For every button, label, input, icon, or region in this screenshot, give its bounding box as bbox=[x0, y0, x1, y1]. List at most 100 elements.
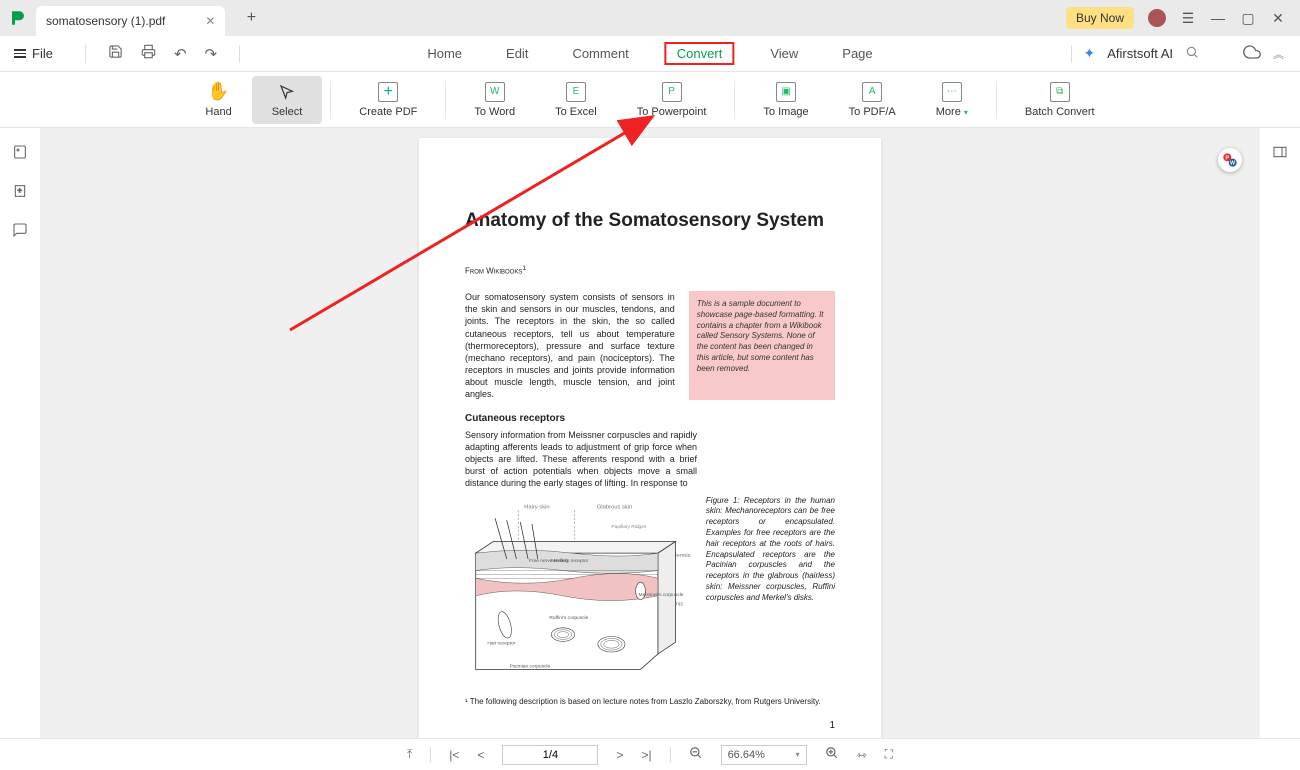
svg-text:Hair receptor: Hair receptor bbox=[487, 640, 515, 646]
zoom-select[interactable]: 66.64%▾ bbox=[721, 745, 807, 765]
hamburger-icon[interactable]: ☰ bbox=[1180, 10, 1196, 26]
menu-page[interactable]: Page bbox=[834, 42, 880, 65]
collapse-icon[interactable]: ︽ bbox=[1273, 46, 1282, 62]
convert-ribbon: ✋ Hand Select + Create PDF W To Word E To Ex… bbox=[0, 72, 1300, 128]
excel-icon: E bbox=[566, 82, 586, 102]
sample-info-box: This is a sample document to showcase pa… bbox=[689, 291, 835, 400]
svg-text:Ruffini's corpuscle: Ruffini's corpuscle bbox=[549, 615, 588, 621]
tool-topdfa[interactable]: A To PDF/A bbox=[829, 76, 916, 124]
next-page-icon[interactable]: > bbox=[616, 748, 623, 762]
menu-comment[interactable]: Comment bbox=[564, 42, 636, 65]
separator bbox=[734, 82, 735, 118]
tool-select[interactable]: Select bbox=[252, 76, 323, 124]
prev-page-icon[interactable]: < bbox=[477, 748, 484, 762]
createpdf-label: Create PDF bbox=[359, 106, 417, 118]
tool-createpdf[interactable]: + Create PDF bbox=[339, 76, 437, 124]
toexcel-label: To Excel bbox=[555, 106, 597, 118]
panel-toggle-icon[interactable] bbox=[1272, 144, 1288, 165]
separator bbox=[430, 747, 431, 763]
cutaneous-paragraph: Sensory information from Meissner corpus… bbox=[465, 429, 697, 490]
close-tab-icon[interactable]: ✕ bbox=[205, 14, 215, 28]
tool-toexcel[interactable]: E To Excel bbox=[535, 76, 617, 124]
tab-title: somatosensory (1).pdf bbox=[46, 14, 165, 28]
hand-icon: ✋ bbox=[209, 82, 229, 102]
fit-width-icon[interactable]: ⇿ bbox=[857, 748, 867, 762]
svg-text:Meissner's corpuscle: Meissner's corpuscle bbox=[639, 591, 684, 597]
quick-word-fab[interactable]: PW bbox=[1218, 148, 1242, 172]
svg-text:+: + bbox=[17, 186, 22, 195]
createpdf-icon: + bbox=[378, 82, 398, 102]
tool-more[interactable]: ⋯More ▾ bbox=[916, 76, 988, 124]
page-input[interactable] bbox=[502, 745, 598, 765]
tool-hand[interactable]: ✋ Hand bbox=[185, 76, 251, 124]
save-icon[interactable] bbox=[108, 44, 123, 63]
svg-text:Hairy skin: Hairy skin bbox=[524, 504, 549, 510]
doc-source: From Wikibooks1 bbox=[465, 264, 835, 277]
scroll-top-icon[interactable]: ⤒ bbox=[407, 747, 412, 762]
separator bbox=[996, 82, 997, 118]
cloud-icon[interactable] bbox=[1243, 43, 1261, 64]
user-avatar[interactable] bbox=[1148, 9, 1166, 27]
titlebar: somatosensory (1).pdf ✕ + Buy Now ☰ — ▢ … bbox=[0, 0, 1300, 36]
toimage-label: To Image bbox=[763, 106, 808, 118]
pdfa-icon: A bbox=[862, 82, 882, 102]
new-tab-button[interactable]: + bbox=[239, 6, 263, 30]
search-icon[interactable] bbox=[1185, 45, 1199, 62]
menu-convert[interactable]: Convert bbox=[665, 42, 735, 65]
document-tab[interactable]: somatosensory (1).pdf ✕ bbox=[36, 6, 225, 36]
separator bbox=[330, 82, 331, 118]
menu-view[interactable]: View bbox=[762, 42, 806, 65]
tool-topowerpoint[interactable]: PTo Powerpoint bbox=[617, 76, 727, 124]
maximize-icon[interactable]: ▢ bbox=[1240, 10, 1256, 26]
hand-label: Hand bbox=[205, 106, 231, 118]
powerpoint-icon: P bbox=[662, 82, 682, 102]
image-icon: ▣ bbox=[776, 82, 796, 102]
menu-edit[interactable]: Edit bbox=[498, 42, 536, 65]
undo-icon[interactable]: ↶ bbox=[174, 45, 187, 63]
left-rail: + bbox=[0, 128, 40, 738]
separator bbox=[445, 82, 446, 118]
thumbnails-icon[interactable] bbox=[12, 144, 28, 165]
menu-home[interactable]: Home bbox=[419, 42, 470, 65]
select-label: Select bbox=[272, 106, 303, 118]
topdfa-label: To PDF/A bbox=[849, 106, 896, 118]
separator bbox=[670, 747, 671, 763]
tool-toimage[interactable]: ▣ To Image bbox=[743, 76, 828, 124]
svg-text:Papillary Ridges: Papillary Ridges bbox=[611, 523, 646, 529]
figure-skin-receptors: Hairy skin Glabrous skin Papillary Ridge… bbox=[465, 496, 692, 682]
tool-batch[interactable]: ⧉Batch Convert bbox=[1005, 76, 1115, 124]
menubar: File ↶ ↷ Home Edit Comment Convert View … bbox=[0, 36, 1300, 72]
separator bbox=[1071, 45, 1072, 63]
bookmarks-icon[interactable]: + bbox=[12, 183, 28, 204]
more-icon: ⋯ bbox=[942, 82, 962, 102]
file-menu[interactable]: File bbox=[0, 46, 67, 61]
svg-text:Pacinian corpuscle: Pacinian corpuscle bbox=[510, 663, 551, 669]
right-rail bbox=[1260, 128, 1300, 738]
main-menu: Home Edit Comment Convert View Page bbox=[419, 42, 880, 65]
toword-label: To Word bbox=[474, 106, 515, 118]
page-number: 1 bbox=[465, 719, 835, 733]
ai-label[interactable]: Afirstsoft AI bbox=[1107, 46, 1173, 61]
sparkle-icon: ✦ bbox=[1084, 45, 1096, 62]
redo-icon[interactable]: ↷ bbox=[205, 45, 218, 63]
fullscreen-icon[interactable]: ⛶ bbox=[885, 747, 893, 762]
word-icon: W bbox=[485, 82, 505, 102]
print-icon[interactable] bbox=[141, 44, 156, 63]
heading-cutaneous: Cutaneous receptors bbox=[465, 412, 835, 426]
file-label: File bbox=[32, 46, 53, 61]
app-logo bbox=[0, 0, 36, 36]
figure-caption: Figure 1: Receptors in the human skin: M… bbox=[706, 496, 835, 682]
last-page-icon[interactable]: >| bbox=[641, 748, 651, 762]
page-viewport[interactable]: Anatomy of the Somatosensory System From… bbox=[40, 128, 1260, 738]
close-window-icon[interactable]: ✕ bbox=[1270, 10, 1286, 26]
tool-toword[interactable]: W To Word bbox=[454, 76, 535, 124]
zoom-out-icon[interactable] bbox=[689, 746, 703, 763]
batch-icon: ⧉ bbox=[1050, 82, 1070, 102]
zoom-in-icon[interactable] bbox=[825, 746, 839, 763]
comments-icon[interactable] bbox=[12, 222, 28, 243]
buy-now-button[interactable]: Buy Now bbox=[1066, 7, 1134, 29]
intro-paragraph: Our somatosensory system consists of sen… bbox=[465, 291, 675, 400]
separator bbox=[85, 45, 86, 63]
minimize-icon[interactable]: — bbox=[1210, 10, 1226, 26]
first-page-icon[interactable]: |< bbox=[449, 748, 459, 762]
